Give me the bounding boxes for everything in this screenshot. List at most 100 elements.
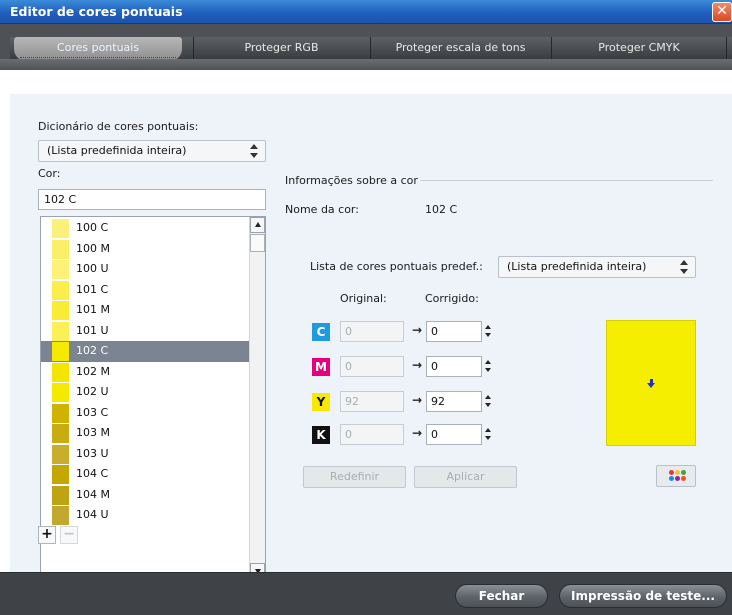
original-header: Original: bbox=[340, 292, 387, 305]
close-window-icon[interactable]: ✕ bbox=[712, 2, 732, 22]
color-list-item[interactable]: 102 C bbox=[41, 341, 249, 362]
color-list-item[interactable]: 104 C bbox=[41, 464, 249, 485]
color-swatch bbox=[52, 321, 69, 341]
predef-list-selected-value: (Lista predefinida inteira) bbox=[507, 260, 647, 273]
color-list-item[interactable]: 101 M bbox=[41, 300, 249, 321]
color-list-item-name: 101 U bbox=[76, 323, 109, 337]
color-list-item[interactable]: 102 U bbox=[41, 382, 249, 403]
magenta-stepper[interactable] bbox=[483, 356, 493, 377]
tab-proteger-escala-de-tons[interactable]: Proteger escala de tons bbox=[370, 37, 550, 59]
cyan-channel-chip: C bbox=[312, 323, 330, 341]
color-name-value: 102 C bbox=[425, 203, 458, 216]
magenta-channel-chip: M bbox=[312, 358, 330, 376]
color-swatch bbox=[52, 444, 69, 464]
yellow-stepper[interactable] bbox=[483, 391, 493, 412]
step-up-icon bbox=[485, 428, 491, 432]
main-panel: Dicionário de cores pontuais: (Lista pre… bbox=[10, 70, 732, 580]
arrow-right-icon: → bbox=[412, 426, 423, 440]
color-list-item-name: 104 M bbox=[76, 487, 110, 501]
select-arrows-icon bbox=[250, 144, 259, 158]
test-print-button[interactable]: Impressão de teste... bbox=[559, 584, 727, 608]
step-down-icon bbox=[485, 368, 491, 372]
black-stepper[interactable] bbox=[483, 424, 493, 445]
color-list-item-name: 103 M bbox=[76, 426, 110, 439]
color-list-item[interactable]: 103 M bbox=[41, 423, 249, 444]
step-up-icon bbox=[485, 325, 491, 329]
color-swatch bbox=[52, 280, 69, 300]
color-list-item[interactable]: 102 M bbox=[41, 362, 249, 383]
cyan-corrected-input[interactable]: 0 bbox=[426, 321, 482, 342]
tab-label: Cores pontuais bbox=[56, 41, 140, 54]
color-list-item-name: 102 M bbox=[76, 364, 110, 378]
color-list-item-name: 100 M bbox=[76, 241, 110, 255]
color-list-scrollbar[interactable] bbox=[249, 217, 265, 579]
color-list-item[interactable]: 104 U bbox=[41, 505, 249, 526]
color-list-item-name: 103 U bbox=[76, 446, 109, 460]
color-list-item-name: 102 C bbox=[76, 344, 109, 357]
color-list-item-name: 101 C bbox=[76, 282, 109, 296]
arrow-right-icon: → bbox=[412, 358, 423, 372]
color-swatch bbox=[52, 362, 69, 382]
add-color-button[interactable]: + bbox=[38, 526, 56, 544]
panel-top-strip bbox=[10, 70, 732, 94]
color-list-item-name: 103 C bbox=[76, 405, 109, 419]
color-swatch bbox=[52, 403, 69, 423]
color-label: Cor: bbox=[38, 167, 61, 180]
cyan-original-field: 0 bbox=[340, 321, 404, 342]
color-list-item[interactable]: 101 C bbox=[41, 280, 249, 301]
dictionary-select[interactable]: (Lista predefinida inteira) bbox=[38, 140, 266, 162]
dictionary-selected-value: (Lista predefinida inteira) bbox=[47, 144, 187, 157]
color-list-item[interactable]: 103 C bbox=[41, 403, 249, 424]
color-list-item[interactable]: 104 M bbox=[41, 485, 249, 506]
yellow-channel-chip: Y bbox=[312, 393, 330, 411]
tab-active-indicator bbox=[20, 57, 176, 58]
predef-list-select[interactable]: (Lista predefinida inteira) bbox=[498, 256, 696, 278]
color-list-item[interactable]: 100 M bbox=[41, 239, 249, 260]
magenta-corrected-input[interactable]: 0 bbox=[426, 356, 482, 377]
color-info-section-label: Informações sobre a cor bbox=[285, 174, 418, 187]
black-corrected-input[interactable]: 0 bbox=[426, 424, 482, 445]
color-list-item[interactable]: 100 C bbox=[41, 218, 249, 239]
dialog-footer: Fechar Impressão de teste... bbox=[0, 572, 732, 615]
window-title: Editor de cores pontuais bbox=[10, 4, 183, 19]
cyan-stepper[interactable] bbox=[483, 321, 493, 342]
select-arrows-icon bbox=[680, 260, 689, 274]
tab-proteger-cmyk[interactable]: Proteger CMYK bbox=[551, 37, 727, 59]
color-list-item-name: 102 U bbox=[76, 385, 109, 398]
magenta-original-field: 0 bbox=[340, 356, 404, 377]
color-preview bbox=[606, 320, 696, 446]
color-swatch bbox=[52, 424, 69, 443]
color-list-item[interactable]: 101 U bbox=[41, 321, 249, 342]
color-name-label: Nome da cor: bbox=[285, 203, 359, 216]
close-button[interactable]: Fechar bbox=[455, 584, 548, 608]
color-list-item[interactable]: 103 U bbox=[41, 444, 249, 465]
color-palette-button[interactable] bbox=[656, 465, 696, 487]
step-down-icon bbox=[485, 436, 491, 440]
color-list-item-name: 100 C bbox=[76, 221, 109, 234]
color-swatch bbox=[52, 301, 69, 320]
tab-cores-pontuais[interactable]: Cores pontuais bbox=[14, 37, 182, 61]
reset-button[interactable]: Redefinir bbox=[303, 466, 406, 488]
tab-proteger-rgb[interactable]: Proteger RGB bbox=[193, 37, 369, 59]
tab-bar: Cores pontuais Proteger RGB Proteger esc… bbox=[0, 24, 732, 70]
remove-color-button[interactable]: − bbox=[60, 526, 78, 544]
color-palette-icon bbox=[681, 476, 686, 481]
apply-button[interactable]: Aplicar bbox=[414, 466, 517, 488]
color-swatch bbox=[52, 239, 69, 259]
color-list-item-name: 104 C bbox=[76, 467, 109, 480]
color-swatch bbox=[52, 342, 69, 361]
scroll-thumb[interactable] bbox=[250, 234, 265, 252]
tab-label: Proteger CMYK bbox=[598, 41, 680, 54]
tab-shelf bbox=[0, 59, 732, 70]
color-swatch bbox=[52, 219, 69, 238]
color-palette-icon bbox=[669, 476, 674, 481]
color-palette-icon bbox=[681, 470, 686, 475]
color-search-input[interactable]: 102 C bbox=[38, 189, 266, 210]
color-swatch bbox=[52, 260, 69, 279]
color-palette-icon bbox=[675, 470, 680, 475]
yellow-corrected-input[interactable]: 92 bbox=[426, 391, 482, 412]
color-list-item[interactable]: 100 U bbox=[41, 259, 249, 280]
down-arrow-icon bbox=[647, 379, 655, 389]
corrected-header: Corrigido: bbox=[425, 292, 479, 305]
scroll-up-button[interactable] bbox=[250, 217, 265, 233]
